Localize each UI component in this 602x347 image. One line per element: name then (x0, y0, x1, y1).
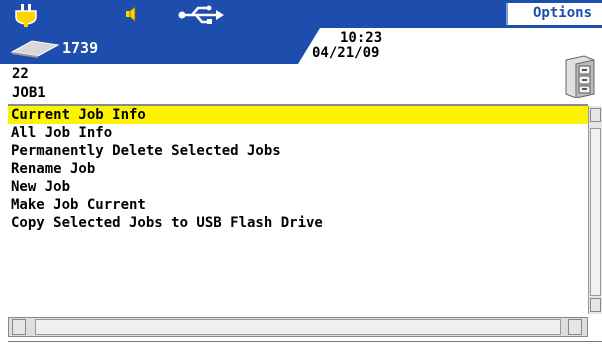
options-label[interactable]: Options (533, 5, 592, 21)
scroll-right-button[interactable] (568, 319, 582, 335)
horizontal-scroll-thumb[interactable] (35, 319, 561, 335)
scroll-left-button[interactable] (12, 319, 26, 335)
power-plug-icon (15, 4, 37, 27)
menu-item-current-job-info[interactable]: Current Job Info (8, 106, 588, 124)
menu-item-permanently-delete-selected-jobs[interactable]: Permanently Delete Selected Jobs (8, 142, 588, 160)
file-cabinet-icon[interactable] (562, 54, 598, 98)
menu-item-copy-selected-jobs-to-usb[interactable]: Copy Selected Jobs to USB Flash Drive (8, 214, 588, 232)
scroll-down-button[interactable] (590, 298, 601, 312)
job-number: 22 (12, 66, 29, 82)
horizontal-scrollbar[interactable] (8, 317, 588, 337)
menu-item-all-job-info[interactable]: All Job Info (8, 124, 588, 142)
drive-icon (10, 40, 60, 58)
vertical-scrollbar[interactable] (588, 106, 602, 314)
device-screen: Options 10:23 04/21/09 1739 22 JOB1 Curr… (0, 0, 602, 347)
usb-icon (178, 5, 224, 24)
job-options-list: Current Job Info All Job Info Permanentl… (8, 104, 588, 318)
menu-item-make-job-current[interactable]: Make Job Current (8, 196, 588, 214)
menu-item-new-job[interactable]: New Job (8, 178, 588, 196)
vertical-scroll-thumb[interactable] (590, 128, 601, 296)
drive-count: 1739 (62, 39, 99, 57)
job-name: JOB1 (12, 85, 46, 101)
menu-item-rename-job[interactable]: Rename Job (8, 160, 588, 178)
clock-time: 10:23 (340, 30, 383, 46)
speaker-icon (126, 6, 136, 22)
clock-date: 04/21/09 (312, 45, 380, 61)
divider (8, 341, 602, 342)
scroll-up-button[interactable] (590, 108, 601, 122)
